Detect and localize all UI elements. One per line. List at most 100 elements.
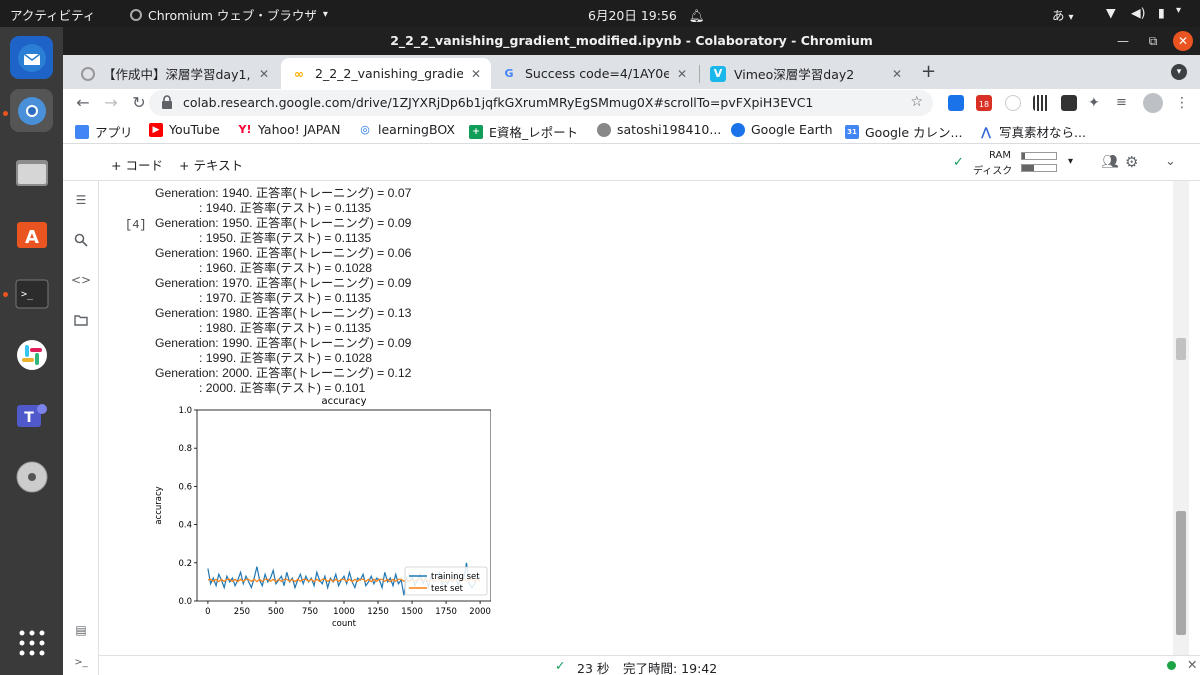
- disk-usage-bar: [1021, 164, 1057, 172]
- maximize-icon[interactable]: ⧉: [1143, 31, 1163, 51]
- tab-colab[interactable]: ∞ 2_2_2_vanishing_gradient_ ✕: [281, 58, 491, 89]
- execution-count: [4]: [125, 218, 147, 232]
- bookmark-label: E資格_レポート: [489, 125, 579, 140]
- clock-text: 6月20日 19:56: [588, 8, 677, 23]
- app-menu[interactable]: Chromium ウェブ・ブラウザ ▾: [130, 5, 328, 24]
- show-applications-icon[interactable]: [10, 621, 53, 664]
- window-titlebar[interactable]: 2_2_2_vanishing_gradient_modified.ipynb …: [63, 27, 1200, 55]
- resource-monitor[interactable]: ✓ RAM ディスク ▾: [953, 149, 1075, 177]
- chromium-icon: [130, 8, 142, 21]
- software-center-icon[interactable]: A: [10, 211, 53, 254]
- close-tab-icon[interactable]: ✕: [259, 67, 269, 81]
- settings-gear-icon[interactable]: ⚙: [1125, 153, 1138, 171]
- chromium-icon[interactable]: [10, 89, 53, 132]
- new-tab-button[interactable]: +: [921, 61, 936, 82]
- close-icon[interactable]: ✕: [1187, 657, 1197, 672]
- bookmark-satoshi[interactable]: satoshi198410...: [597, 122, 721, 137]
- share-people-icon[interactable]: 👥︎: [1101, 154, 1119, 170]
- forward-button[interactable]: →: [99, 91, 123, 115]
- folder-icon[interactable]: [72, 311, 90, 329]
- y-tick-label: 0.0: [178, 597, 192, 607]
- close-tab-icon[interactable]: ✕: [677, 67, 687, 81]
- back-button[interactable]: ←: [71, 91, 95, 115]
- clock[interactable]: 6月20日 19:56 🔔︎: [588, 5, 705, 24]
- puzzle-icon[interactable]: ✦: [1088, 95, 1104, 111]
- bookmark-apps[interactable]: アプリ: [75, 122, 133, 141]
- teams-icon[interactable]: T: [10, 394, 53, 437]
- volume-icon[interactable]: ◀︎): [1131, 5, 1146, 20]
- input-method-indicator[interactable]: あ ▾: [1052, 5, 1074, 24]
- gmail-badge-icon[interactable]: 18: [976, 95, 992, 111]
- address-bar[interactable]: colab.research.google.com/drive/1ZJYXRjD…: [149, 90, 933, 116]
- chevron-down-icon[interactable]: ▾: [1176, 5, 1181, 16]
- bookmark-photo-stock[interactable]: ⋀ 写真素材なら...: [979, 122, 1086, 141]
- dvd-icon[interactable]: [10, 455, 53, 498]
- extension-icon[interactable]: [948, 95, 964, 111]
- bookmark-google-calendar[interactable]: 31 Google カレン...: [845, 122, 962, 141]
- terminal-icon[interactable]: >_: [72, 653, 90, 671]
- x-tick-label: 1500: [401, 607, 423, 617]
- table-of-contents-icon[interactable]: ☰: [72, 191, 90, 209]
- tab-vimeo[interactable]: V Vimeo深層学習day2 ✕: [700, 58, 912, 89]
- bookmark-google-earth[interactable]: Google Earth: [731, 122, 833, 137]
- app-name: Chromium ウェブ・ブラウザ: [148, 8, 317, 23]
- disk-label: ディスク: [973, 166, 1013, 177]
- x-tick-label: 1750: [435, 607, 457, 617]
- completion-time: 完了時間: 19:42: [623, 661, 718, 675]
- activities-button[interactable]: アクティビティ: [10, 5, 95, 24]
- chart-title: accuracy: [321, 396, 366, 407]
- bookmark-star-icon[interactable]: ☆: [910, 94, 923, 110]
- bookmark-label: Google Earth: [751, 122, 833, 137]
- barcode-extension-icon[interactable]: [1033, 95, 1049, 111]
- bookmarks-bar: アプリ ▶ YouTube Y! Yahoo! JAPAN ◎ learning…: [63, 117, 1200, 144]
- sheets-icon: +: [469, 124, 483, 139]
- scroll-marker: [1176, 338, 1186, 360]
- scrollbar-thumb[interactable]: [1176, 511, 1186, 635]
- bookmark-label: 写真素材なら...: [999, 125, 1086, 140]
- collapse-chevron-icon[interactable]: ⌄: [1165, 154, 1176, 169]
- add-code-button[interactable]: + コード: [111, 155, 163, 174]
- chevron-down-icon: ▾: [322, 9, 328, 20]
- vertical-scrollbar[interactable]: [1173, 181, 1189, 655]
- profile-avatar-icon[interactable]: [1143, 93, 1163, 113]
- add-text-button[interactable]: + テキスト: [179, 155, 243, 174]
- window-title: 2_2_2_vanishing_gradient_modified.ipynb …: [390, 33, 873, 48]
- code-snippets-icon[interactable]: <>: [71, 271, 91, 289]
- files-icon[interactable]: [10, 150, 53, 193]
- lock-icon[interactable]: [161, 95, 173, 112]
- photo-stock-icon: ⋀: [980, 124, 992, 139]
- bookmark-learningbox[interactable]: ◎ learningBOX: [358, 122, 455, 137]
- slack-icon[interactable]: [10, 333, 53, 376]
- x-tick-label: 500: [268, 607, 284, 617]
- input-method-label: あ: [1052, 8, 1065, 23]
- battery-icon[interactable]: ▮: [1158, 5, 1165, 20]
- tab-label: Success code=4/1AY0e-g7: [525, 66, 669, 81]
- bookmark-youtube[interactable]: ▶ YouTube: [149, 122, 220, 137]
- reload-button[interactable]: ↻: [127, 91, 151, 115]
- menu-kebab-icon[interactable]: ⋮: [1175, 95, 1191, 111]
- x-tick-label: 2000: [469, 607, 491, 617]
- bookmark-yahoo[interactable]: Y! Yahoo! JAPAN: [238, 122, 341, 137]
- tab-label: 2_2_2_vanishing_gradient_: [315, 66, 463, 81]
- tab-google-success[interactable]: G Success code=4/1AY0e-g7 ✕: [491, 58, 697, 89]
- connection-status-dot: [1167, 661, 1176, 670]
- badge-count: 18: [978, 100, 990, 109]
- command-palette-icon[interactable]: ▤: [72, 621, 90, 639]
- reading-list-icon[interactable]: ≡: [1116, 95, 1132, 111]
- wifi-icon[interactable]: ▼: [1106, 5, 1116, 20]
- close-tab-icon[interactable]: ✕: [471, 67, 481, 81]
- thunderbird-icon[interactable]: [10, 36, 53, 79]
- bookmark-label: learningBOX: [378, 122, 455, 137]
- x-axis-label: count: [332, 619, 357, 629]
- red-dot-extension-icon[interactable]: [1005, 95, 1021, 111]
- bookmark-e-report[interactable]: + E資格_レポート: [469, 122, 578, 141]
- search-icon[interactable]: [72, 231, 90, 249]
- tab-search-icon[interactable]: ▾: [1171, 64, 1187, 80]
- minimize-icon[interactable]: —: [1113, 31, 1133, 51]
- close-icon[interactable]: ✕: [1173, 31, 1193, 51]
- close-tab-icon[interactable]: ✕: [892, 67, 902, 81]
- colab-icon: ∞: [294, 66, 304, 81]
- terminal-icon[interactable]: >_: [10, 272, 53, 315]
- bag-extension-icon[interactable]: [1061, 95, 1077, 111]
- tab-draft[interactable]: 【作成中】深層学習day1, ✕: [71, 58, 279, 89]
